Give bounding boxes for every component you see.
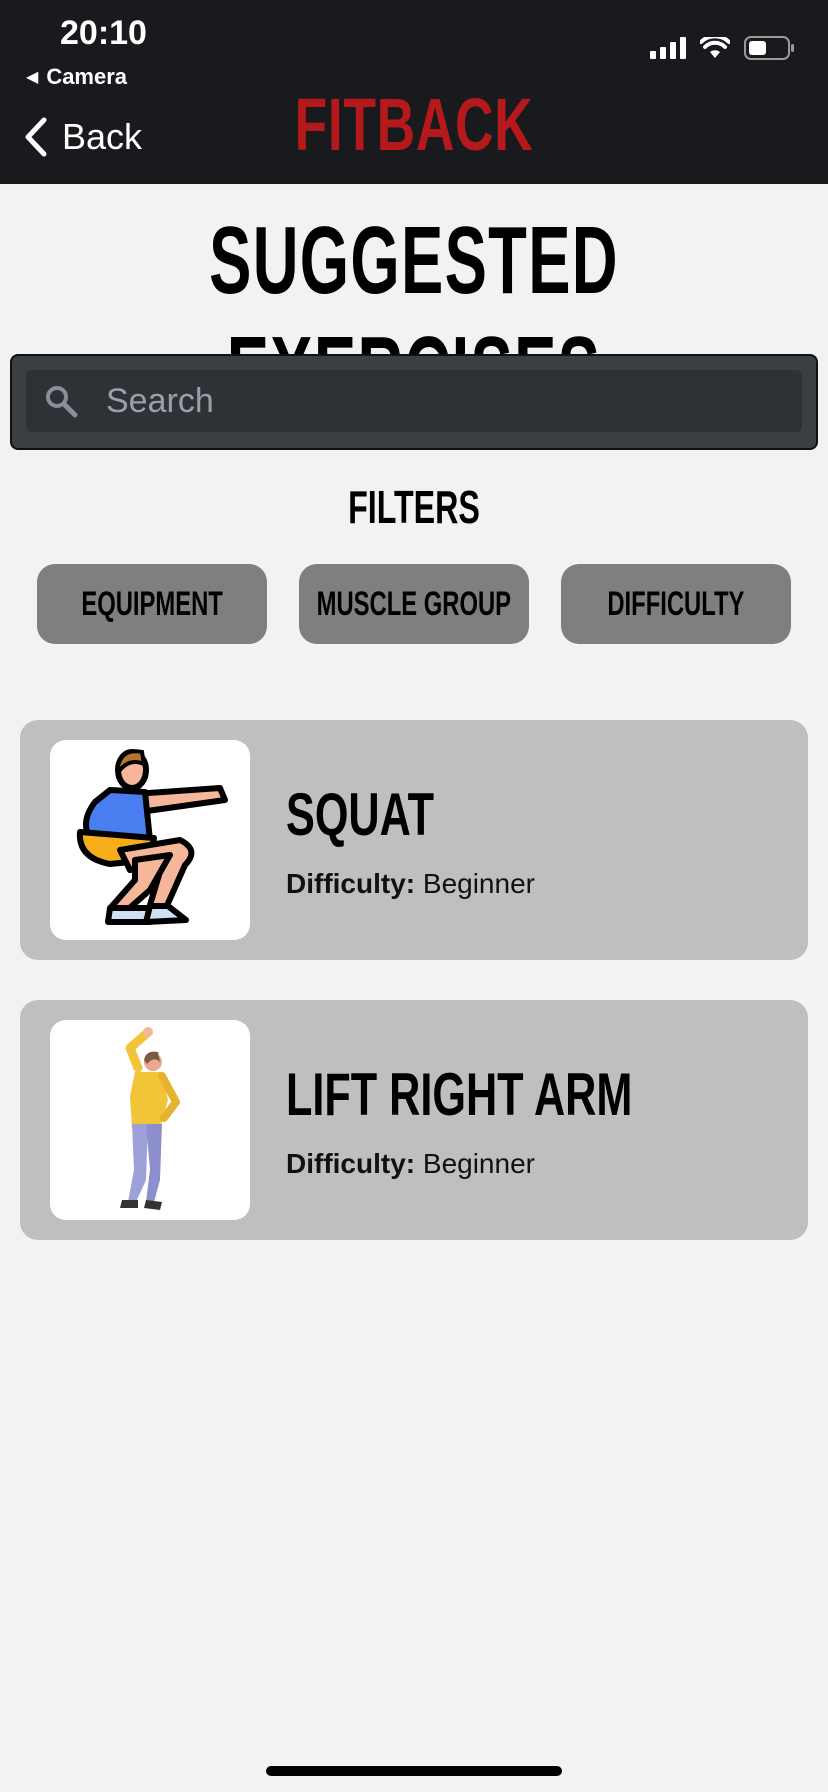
search-icon (46, 386, 78, 418)
filter-muscle-group-label: MUSCLE GROUP (316, 584, 512, 623)
filter-muscle-group-button[interactable]: MUSCLE GROUP (299, 564, 529, 644)
brand-logo: FITBACK (294, 83, 534, 166)
battery-icon (744, 36, 794, 60)
difficulty-label: Difficulty: (286, 868, 416, 899)
exercise-card-squat[interactable]: SQUAT Difficulty: Beginner (20, 720, 808, 960)
search-field[interactable] (26, 370, 802, 432)
lift-arm-illustration (50, 1020, 250, 1220)
difficulty-label: Difficulty: (286, 1148, 416, 1179)
squat-illustration (50, 740, 250, 940)
wifi-icon (700, 37, 730, 58)
difficulty-value: Beginner (422, 1148, 535, 1179)
filter-difficulty-button[interactable]: DIFFICULTY (561, 564, 791, 644)
exercise-difficulty: Difficulty: Beginner (286, 868, 535, 900)
filter-difficulty-label: DIFFICULTY (607, 584, 745, 623)
search-input[interactable] (106, 381, 746, 421)
top-bar: 20:10 ◀ Camera Back FITBACK (0, 0, 828, 184)
home-indicator (266, 1766, 562, 1776)
exercise-difficulty: Difficulty: Beginner (286, 1148, 535, 1180)
signal-icon (650, 37, 686, 59)
back-to-app-link[interactable]: ◀ Camera (26, 64, 127, 90)
exercise-card-lift-right-arm[interactable]: LIFT RIGHT ARM Difficulty: Beginner (20, 1000, 808, 1240)
filters-title: FILTERS (348, 481, 480, 533)
exercise-name: LIFT RIGHT ARM (286, 1061, 633, 1128)
chevron-left-icon (25, 117, 47, 157)
filter-equipment-label: EQUIPMENT (81, 584, 223, 623)
filter-equipment-button[interactable]: EQUIPMENT (37, 564, 267, 644)
search-bar (10, 354, 818, 450)
status-time: 20:10 (60, 14, 147, 52)
back-triangle-icon: ◀ (26, 69, 39, 86)
difficulty-value: Beginner (422, 868, 535, 899)
exercise-name: SQUAT (286, 781, 434, 848)
status-icons (650, 36, 796, 60)
